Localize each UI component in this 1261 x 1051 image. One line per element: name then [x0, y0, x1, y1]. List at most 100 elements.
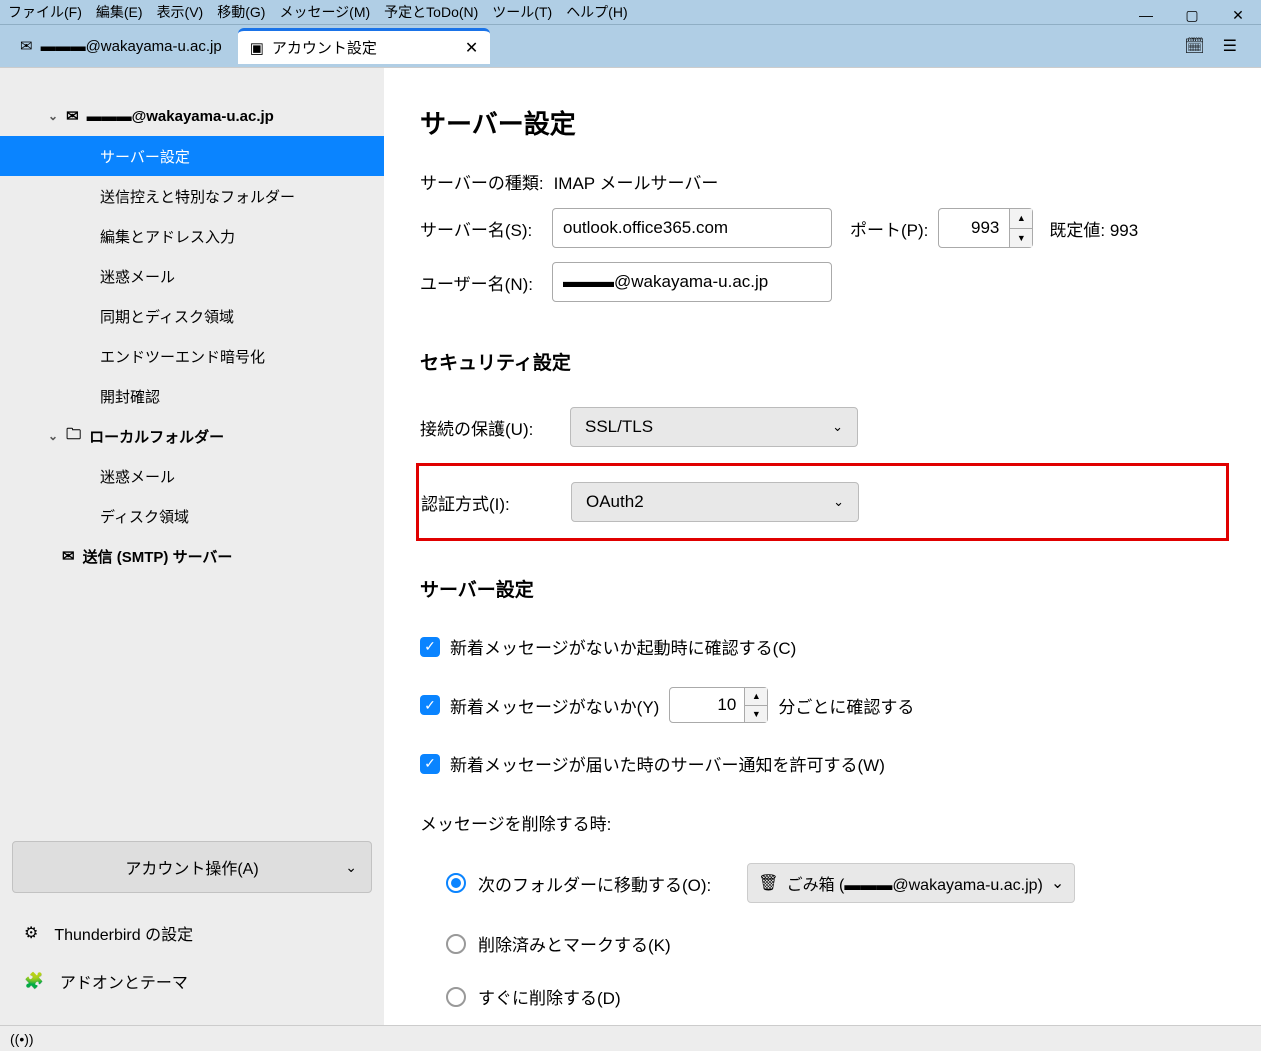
auth-method-select[interactable]: OAuth2 ⌄	[571, 482, 859, 522]
sidebar-item-copies[interactable]: 送信控えと特別なフォルダー	[0, 176, 384, 216]
window-minimize-button[interactable]: —	[1123, 0, 1169, 30]
username-input[interactable]	[552, 262, 832, 302]
sidebar-item-label: ローカルフォルダー	[89, 426, 224, 447]
sidebar-item-receipts[interactable]: 開封確認	[0, 376, 384, 416]
sidebar-local-disk[interactable]: ディスク領域	[0, 496, 384, 536]
tab-label: ▬▬▬@wakayama-u.ac.jp	[41, 38, 222, 55]
menu-tools[interactable]: ツール(T)	[492, 2, 552, 22]
checkbox-label: 新着メッセージがないか(Y)	[450, 693, 659, 718]
check-on-startup-checkbox[interactable]: ✓	[420, 637, 440, 657]
default-port-label: 既定値: 993	[1049, 216, 1138, 241]
check-interval-checkbox[interactable]: ✓	[420, 695, 440, 715]
select-value: OAuth2	[586, 492, 644, 512]
tab-label: アカウント設定	[272, 37, 377, 58]
trash-folder-picker[interactable]: 🗑 ごみ箱 (▬▬▬@wakayama-u.ac.jp) ⌄	[747, 863, 1075, 903]
sidebar-item-label: 編集とアドレス入力	[100, 226, 235, 247]
port-spinner[interactable]: ▲▼	[1010, 208, 1033, 248]
activity-indicator-icon: ((•))	[10, 1031, 34, 1047]
connection-security-label: 接続の保護(U):	[420, 415, 560, 440]
sidebar-item-label: ディスク領域	[100, 506, 189, 527]
sidebar-item-label: 迷惑メール	[100, 466, 175, 487]
folder-icon: 🗀	[66, 424, 81, 449]
arrow-down-icon[interactable]: ▼	[1010, 229, 1032, 248]
chevron-down-icon: ⌄	[48, 429, 58, 443]
arrow-down-icon[interactable]: ▼	[745, 706, 767, 723]
puzzle-icon: 🧩	[24, 971, 44, 991]
server-name-input[interactable]	[552, 208, 832, 248]
sidebar-item-compose[interactable]: 編集とアドレス入力	[0, 216, 384, 256]
server-settings-head: サーバー設定	[420, 575, 1225, 602]
connection-security-select[interactable]: SSL/TLS ⌄	[570, 407, 858, 447]
sidebar-item-label: 送信 (SMTP) サーバー	[83, 546, 233, 567]
radio-label: 次のフォルダーに移動する(O):	[478, 871, 711, 896]
sidebar-item-junk[interactable]: 迷惑メール	[0, 256, 384, 296]
menu-message[interactable]: メッセージ(M)	[279, 2, 370, 22]
menu-help[interactable]: ヘルプ(H)	[566, 2, 627, 22]
sidebar-item-sync[interactable]: 同期とディスク領域	[0, 296, 384, 336]
delete-action-label: メッセージを削除する時:	[420, 810, 1225, 835]
arrow-up-icon[interactable]: ▲	[745, 688, 767, 706]
outgoing-icon: ✉	[62, 547, 75, 565]
window-close-button[interactable]: ✕	[1215, 0, 1261, 30]
sidebar-item-e2e[interactable]: エンドツーエンド暗号化	[0, 336, 384, 376]
mail-icon: ✉	[20, 37, 33, 55]
check-interval-input[interactable]	[669, 687, 745, 723]
chevron-down-icon: ⌄	[48, 109, 58, 123]
move-to-folder-radio[interactable]	[446, 873, 466, 893]
sidebar-smtp[interactable]: ✉ 送信 (SMTP) サーバー	[0, 536, 384, 576]
account-actions-button[interactable]: アカウント操作(A) ⌄	[12, 841, 372, 893]
trash-icon: 🗑	[758, 873, 778, 893]
trash-folder-value: ごみ箱 (▬▬▬@wakayama-u.ac.jp)	[787, 871, 1043, 895]
mark-deleted-radio[interactable]	[446, 934, 466, 954]
menu-file[interactable]: ファイル(F)	[8, 2, 82, 22]
close-icon[interactable]: ✕	[465, 38, 478, 58]
addons-link[interactable]: 🧩 アドオンとテーマ	[24, 957, 360, 1005]
page-title: サーバー設定	[420, 104, 1225, 141]
port-input[interactable]	[938, 208, 1010, 248]
menu-go[interactable]: 移動(G)	[217, 2, 265, 22]
thunderbird-settings-link[interactable]: ⚙ Thunderbird の設定	[24, 909, 360, 957]
menu-events[interactable]: 予定とToDo(N)	[384, 2, 478, 22]
tab-account-settings[interactable]: ▣ アカウント設定 ✕	[238, 28, 491, 64]
sidebar-item-label: エンドツーエンド暗号化	[100, 346, 265, 367]
sidebar: ⌄ ✉ ▬▬▬@wakayama-u.ac.jp サーバー設定 送信控えと特別な…	[0, 68, 384, 1025]
sidebar-account[interactable]: ⌄ ✉ ▬▬▬@wakayama-u.ac.jp	[0, 96, 384, 136]
link-label: Thunderbird の設定	[54, 921, 193, 945]
security-section-head: セキュリティ設定	[420, 348, 1225, 375]
sidebar-local-junk[interactable]: 迷惑メール	[0, 456, 384, 496]
arrow-up-icon[interactable]: ▲	[1010, 209, 1032, 229]
calendar-icon[interactable]: 🗓	[1184, 36, 1204, 56]
button-label: アカウント操作(A)	[125, 855, 258, 879]
book-icon: ▣	[250, 39, 264, 57]
auth-highlight: 認証方式(I): OAuth2 ⌄	[416, 463, 1229, 541]
mail-icon: ✉	[66, 107, 79, 125]
gear-icon: ⚙	[24, 923, 38, 943]
sidebar-local-folders[interactable]: ⌄ 🗀 ローカルフォルダー	[0, 416, 384, 456]
tasks-icon[interactable]: ☰	[1223, 36, 1237, 56]
sidebar-item-server[interactable]: サーバー設定	[0, 136, 384, 176]
checkbox-label: 新着メッセージがないか起動時に確認する(C)	[450, 634, 796, 659]
interval-spinner[interactable]: ▲▼	[745, 687, 768, 723]
sidebar-item-label: 送信控えと特別なフォルダー	[100, 186, 295, 207]
sidebar-account-label: ▬▬▬@wakayama-u.ac.jp	[87, 108, 274, 125]
tabbar: ✉ ▬▬▬@wakayama-u.ac.jp ▣ アカウント設定 ✕ 🗓 ☰	[0, 25, 1261, 67]
sidebar-item-label: サーバー設定	[100, 146, 190, 167]
delete-immediately-radio[interactable]	[446, 987, 466, 1007]
chevron-down-icon: ⌄	[345, 859, 357, 876]
chevron-down-icon: ⌄	[1051, 873, 1064, 893]
allow-notification-checkbox[interactable]: ✓	[420, 754, 440, 774]
server-name-label: サーバー名(S):	[420, 216, 542, 241]
tab-inbox[interactable]: ✉ ▬▬▬@wakayama-u.ac.jp	[8, 28, 234, 64]
port-label: ポート(P):	[850, 216, 928, 241]
menu-view[interactable]: 表示(V)	[157, 2, 204, 22]
menu-edit[interactable]: 編集(E)	[96, 2, 143, 22]
window-maximize-button[interactable]: ▢	[1169, 0, 1215, 30]
sidebar-item-label: 迷惑メール	[100, 266, 175, 287]
checkbox-label: 新着メッセージが届いた時のサーバー通知を許可する(W)	[450, 751, 885, 776]
chevron-down-icon: ⌄	[833, 494, 844, 510]
radio-label: 削除済みとマークする(K)	[478, 931, 671, 956]
menubar: ファイル(F) 編集(E) 表示(V) 移動(G) メッセージ(M) 予定とTo…	[0, 0, 1261, 25]
server-type-value: IMAP メールサーバー	[554, 169, 719, 194]
username-label: ユーザー名(N):	[420, 270, 542, 295]
main-pane: サーバー設定 サーバーの種類: IMAP メールサーバー サーバー名(S): ポ…	[384, 68, 1261, 1025]
